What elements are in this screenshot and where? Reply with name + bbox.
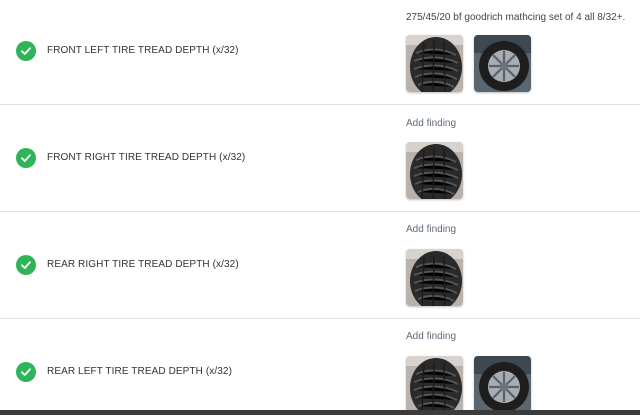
photo-thumbnails (406, 35, 531, 92)
tire-tread-photo[interactable] (406, 142, 463, 199)
finding-text: 275/45/20 bf goodrich mathcing set of 4 … (406, 12, 626, 23)
bottom-bar (0, 410, 640, 415)
add-finding-link[interactable]: Add finding (406, 331, 456, 342)
check-circle-icon (16, 255, 36, 275)
add-finding-link[interactable]: Add finding (406, 224, 456, 235)
row-label: REAR RIGHT TIRE TREAD DEPTH (x/32) (47, 259, 239, 270)
row-label: FRONT RIGHT TIRE TREAD DEPTH (x/32) (47, 152, 246, 163)
check-circle-icon (16, 362, 36, 382)
tire-tread-photo[interactable] (406, 356, 463, 413)
tire-inspection-row: FRONT RIGHT TIRE TREAD DEPTH (x/32) Add … (0, 105, 640, 212)
tire-inspection-row: FRONT LEFT TIRE TREAD DEPTH (x/32) 275/4… (0, 0, 640, 105)
tire-tread-photo[interactable] (406, 249, 463, 306)
photo-thumbnails (406, 249, 463, 306)
tire-inspection-row: REAR LEFT TIRE TREAD DEPTH (x/32) Add fi… (0, 319, 640, 410)
check-circle-icon (16, 41, 36, 61)
tire-wheel-photo[interactable] (474, 35, 531, 92)
tire-tread-photo[interactable] (406, 35, 463, 92)
row-label: FRONT LEFT TIRE TREAD DEPTH (x/32) (47, 45, 239, 56)
add-finding-link[interactable]: Add finding (406, 118, 456, 129)
tire-inspection-row: REAR RIGHT TIRE TREAD DEPTH (x/32) Add f… (0, 212, 640, 319)
photo-thumbnails (406, 356, 531, 413)
photo-thumbnails (406, 142, 463, 199)
tire-wheel-photo[interactable] (474, 356, 531, 413)
check-circle-icon (16, 148, 36, 168)
row-label: REAR LEFT TIRE TREAD DEPTH (x/32) (47, 366, 233, 377)
